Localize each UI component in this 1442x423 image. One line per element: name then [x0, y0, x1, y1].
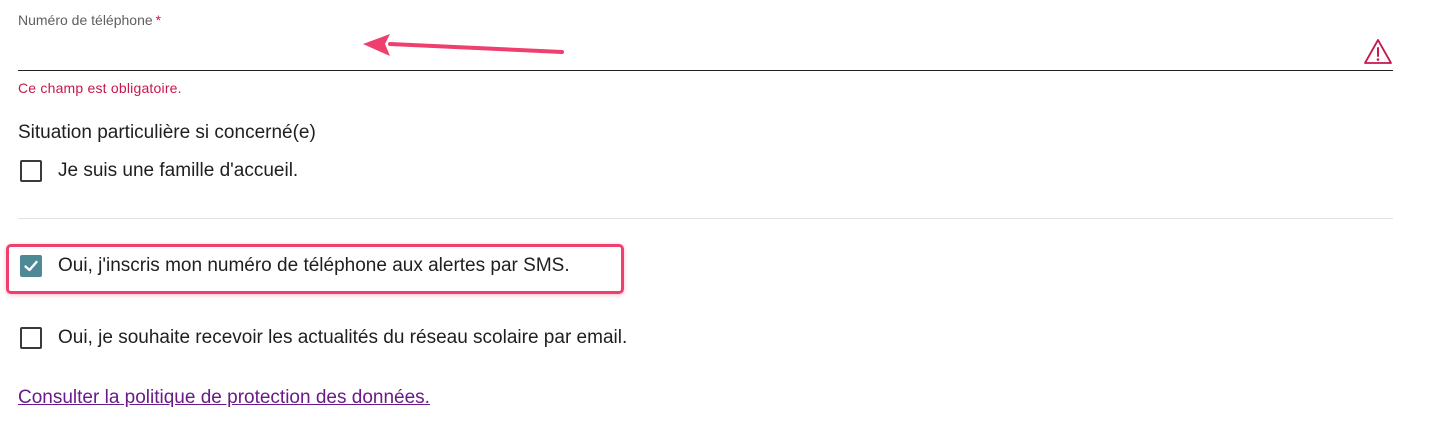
checkmark-icon: [24, 260, 38, 272]
phone-error-message: Ce champ est obligatoire.: [18, 80, 182, 96]
phone-field-label: Numéro de téléphone *: [18, 10, 1393, 30]
divider: [18, 218, 1393, 219]
email-news-label: Oui, je souhaite recevoir les actualités…: [58, 327, 628, 348]
phone-field-label-text: Numéro de téléphone: [18, 12, 153, 28]
sms-alerts-label: Oui, j'inscris mon numéro de téléphone a…: [58, 255, 570, 276]
email-news-checkbox-row[interactable]: Oui, je souhaite recevoir les actualités…: [20, 326, 627, 350]
email-news-checkbox[interactable]: [20, 327, 42, 349]
sms-alerts-checkbox-row[interactable]: Oui, j'inscris mon numéro de téléphone a…: [20, 254, 570, 278]
foster-family-label: Je suis une famille d'accueil.: [58, 160, 299, 181]
sms-alerts-checkbox[interactable]: [20, 255, 42, 277]
required-star: *: [155, 12, 162, 28]
form-page: Numéro de téléphone * Ce champ est obliga…: [0, 0, 1442, 423]
situation-section-title: Situation particulière si concerné(e): [18, 122, 316, 143]
warning-triangle-icon: [1364, 39, 1392, 64]
foster-family-checkbox[interactable]: [20, 160, 42, 182]
privacy-policy-link[interactable]: Consulter la politique de protection des…: [18, 386, 430, 410]
phone-input[interactable]: [18, 34, 1393, 71]
phone-field: Numéro de téléphone *: [18, 10, 1393, 71]
foster-family-checkbox-row[interactable]: Je suis une famille d'accueil.: [20, 159, 298, 183]
